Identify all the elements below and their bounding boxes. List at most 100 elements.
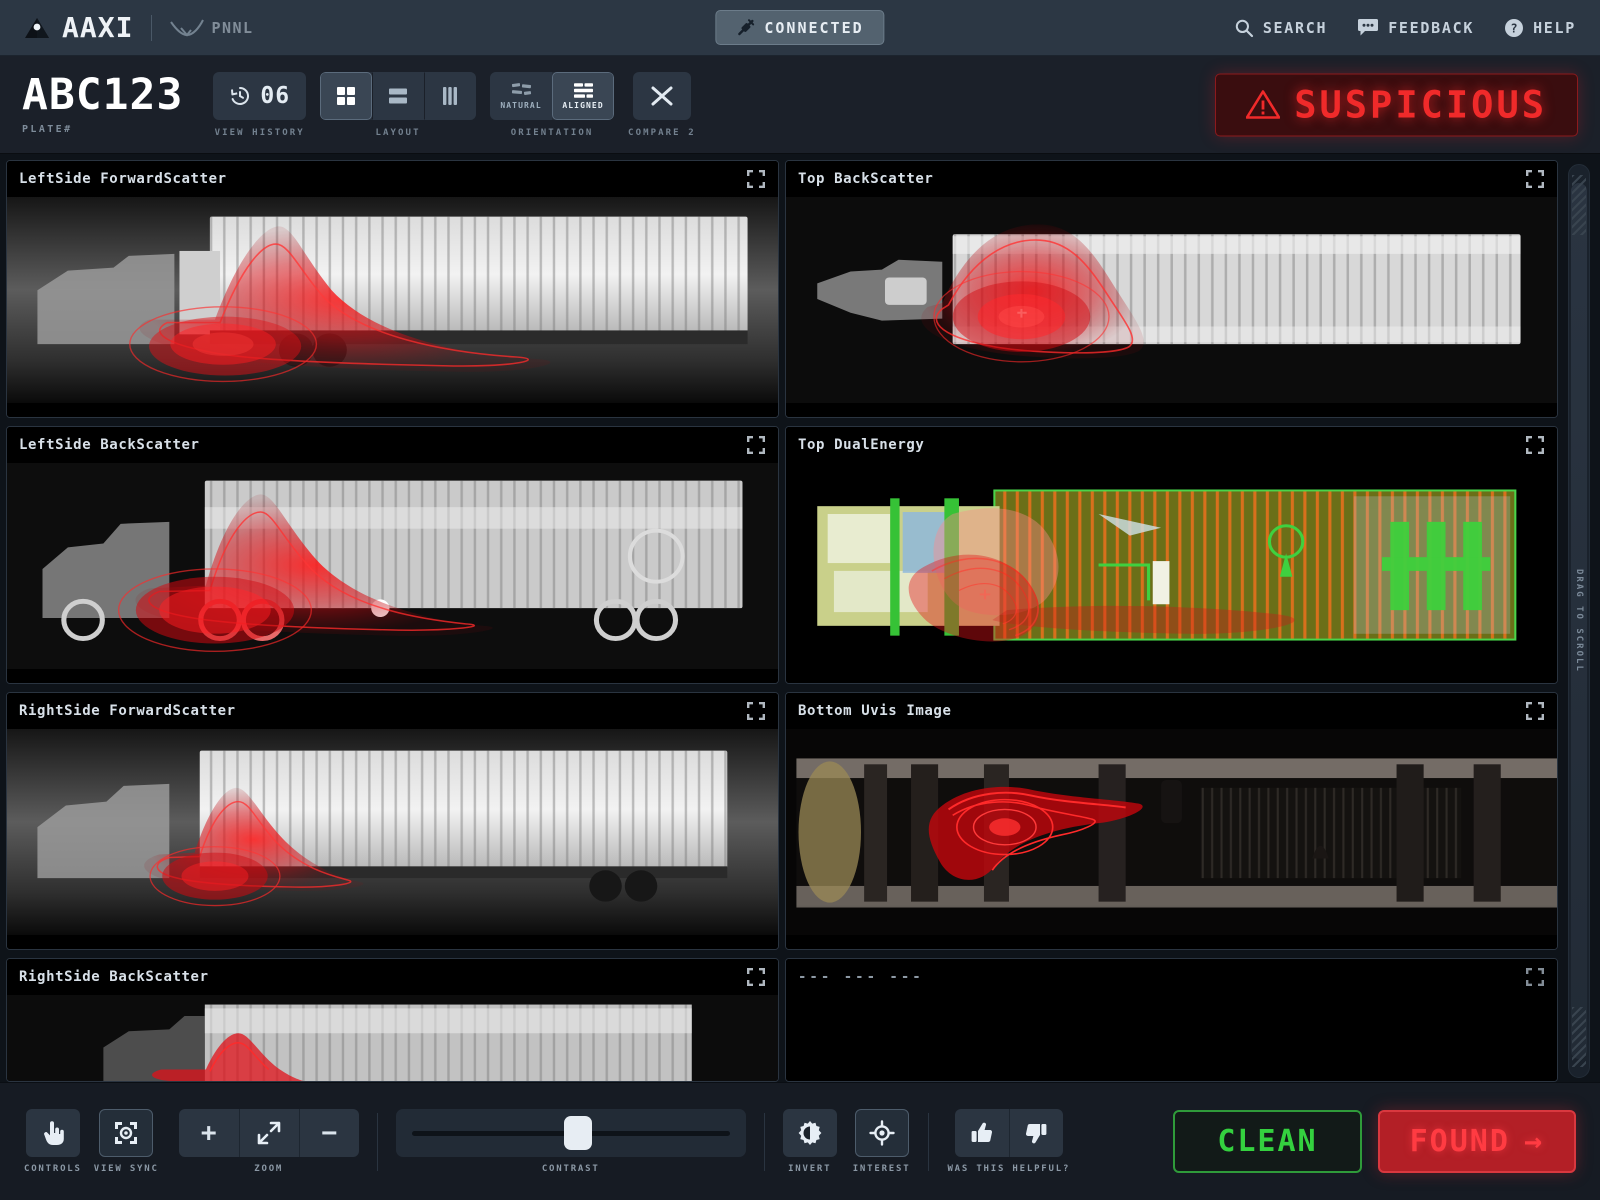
plate-value: ABC123 <box>22 70 184 120</box>
contrast-slider[interactable] <box>395 1109 746 1157</box>
found-button[interactable]: FOUND → <box>1377 1110 1576 1173</box>
controls-caption: CONTROLS <box>24 1164 82 1174</box>
panel-placeholder[interactable]: --- --- --- <box>785 958 1558 1082</box>
expand-corners-icon[interactable] <box>1525 701 1545 721</box>
expand-corners-icon[interactable] <box>1525 435 1545 455</box>
connection-status-badge[interactable]: CONNECTED <box>715 10 885 45</box>
aaxi-logo-icon <box>24 16 50 40</box>
controls-button[interactable] <box>25 1109 80 1157</box>
panel-image[interactable] <box>7 693 778 949</box>
panel-image[interactable] <box>786 161 1557 417</box>
panel-rightside-forwardscatter[interactable]: RightSide ForwardScatter <box>6 692 779 950</box>
search-label: SEARCH <box>1262 18 1328 37</box>
panel-leftside-backscatter[interactable]: LeftSide BackScatter <box>6 426 779 684</box>
feedback-button[interactable]: FEEDBACK <box>1357 18 1474 37</box>
panel-image[interactable] <box>7 427 778 683</box>
helpful-group: WAS THIS HELPFUL? <box>947 1109 1070 1174</box>
clean-button[interactable]: CLEAN <box>1173 1110 1362 1173</box>
panel-bottom-uvis-image[interactable]: Bottom Uvis Image <box>785 692 1558 950</box>
orientation-caption: ORIENTATION <box>510 127 594 138</box>
panel-header: LeftSide ForwardScatter <box>7 161 778 197</box>
expand-corners-icon[interactable] <box>746 967 766 987</box>
layout-option-grid[interactable] <box>320 71 373 120</box>
panel-header: Bottom Uvis Image <box>786 693 1557 729</box>
zoom-buttons: + − <box>178 1109 359 1157</box>
interest-button[interactable] <box>854 1109 909 1157</box>
layout-options <box>320 71 477 120</box>
expand-corners-icon[interactable] <box>746 435 766 455</box>
plate-caption: PLATE# <box>22 124 73 135</box>
target-icon <box>868 1120 895 1146</box>
panel-title: Bottom Uvis Image <box>798 703 952 719</box>
thumbs-up-icon <box>970 1121 994 1145</box>
status-label: SUSPICIOUS <box>1294 83 1547 126</box>
panel-image[interactable] <box>786 427 1557 683</box>
orientation-options: NATURAL ALIGNED <box>490 71 615 120</box>
contrast-caption: CONTRAST <box>541 1164 600 1174</box>
feedback-label: FEEDBACK <box>1388 18 1475 37</box>
helpful-caption: WAS THIS HELPFUL? <box>947 1164 1071 1174</box>
contrast-slider-thumb[interactable] <box>563 1116 592 1150</box>
helpful-buttons <box>954 1109 1063 1157</box>
panel-top-dualenergy[interactable]: Top DualEnergy <box>785 426 1558 684</box>
found-arrow-icon: → <box>1523 1124 1544 1159</box>
panel-title: RightSide BackScatter <box>19 969 209 985</box>
shuffle-icon <box>649 83 675 109</box>
panel-rightside-backscatter[interactable]: RightSide BackScatter <box>6 958 779 1082</box>
compare-group: COMPARE 2 <box>628 71 696 138</box>
layout-caption: LAYOUT <box>375 127 421 138</box>
compare-caption: COMPARE 2 <box>628 127 696 138</box>
thumbs-down-button[interactable] <box>1008 1109 1063 1157</box>
zoom-fit-button[interactable] <box>238 1109 299 1157</box>
panel-image[interactable] <box>786 693 1557 949</box>
zoom-in-button[interactable]: + <box>179 1109 239 1157</box>
help-button[interactable]: ? HELP <box>1504 18 1576 38</box>
orientation-group: NATURAL ALIGNED ORIENTATION <box>490 71 615 138</box>
layout-group: LAYOUT <box>320 71 477 138</box>
columns-icon <box>438 84 462 108</box>
interest-caption: INTEREST <box>852 1164 911 1174</box>
panel-header: LeftSide BackScatter <box>7 427 778 463</box>
panel-top-backscatter[interactable]: Top BackScatter <box>785 160 1558 418</box>
scrollbar-grip-top <box>1572 175 1586 235</box>
layout-option-rows[interactable] <box>372 71 425 120</box>
panel-header: Top BackScatter <box>786 161 1557 197</box>
brand-name: AAXI <box>62 11 134 44</box>
orientation-option-natural[interactable]: NATURAL <box>490 71 553 120</box>
thumbs-up-button[interactable] <box>955 1109 1009 1157</box>
svg-text:?: ? <box>1510 21 1517 35</box>
verdict-actions: CLEAN FOUND → <box>1173 1110 1576 1173</box>
scrollbar-label: DRAG TO SCROLL <box>1574 569 1584 673</box>
view-history-button[interactable]: 06 <box>213 71 307 120</box>
expand-corners-icon[interactable] <box>746 169 766 189</box>
invert-caption: INVERT <box>788 1164 832 1174</box>
panel-image[interactable] <box>7 161 778 417</box>
question-circle-icon: ? <box>1504 18 1524 38</box>
orientation-option-aligned[interactable]: ALIGNED <box>552 71 615 120</box>
viewer-grid: LeftSide ForwardScatter LeftSide BackSca… <box>0 154 1600 1082</box>
vertical-scrollbar[interactable]: DRAG TO SCROLL <box>1568 164 1590 1078</box>
search-button[interactable]: SEARCH <box>1234 18 1327 38</box>
rows-icon <box>386 84 410 108</box>
invert-group: INVERT <box>782 1109 837 1174</box>
expand-corners-icon[interactable] <box>746 701 766 721</box>
zoom-out-button[interactable]: − <box>298 1109 359 1157</box>
expand-corners-icon[interactable] <box>1525 967 1545 987</box>
partner-name: PNNL <box>211 18 254 37</box>
view-history-count: 06 <box>260 82 291 109</box>
thumbs-down-icon <box>1024 1121 1048 1145</box>
pnnl-swoosh-icon <box>170 19 205 37</box>
invert-button[interactable] <box>782 1109 837 1157</box>
panel-header: --- --- --- <box>786 959 1557 995</box>
toolbar-divider <box>763 1112 765 1171</box>
natural-orientation-icon <box>510 82 533 99</box>
panel-title: Top DualEnergy <box>798 437 925 453</box>
panel-leftside-forwardscatter[interactable]: LeftSide ForwardScatter <box>6 160 779 418</box>
expand-corners-icon[interactable] <box>1525 169 1545 189</box>
layout-option-columns[interactable] <box>424 71 477 120</box>
compare-button[interactable] <box>632 71 691 120</box>
view-sync-button[interactable] <box>99 1109 154 1157</box>
bottom-toolbar: CONTROLS VIEW SYNC + − ZOOM CONTRAST INV… <box>0 1082 1600 1200</box>
history-clock-icon <box>229 85 251 107</box>
view-history-caption: VIEW HISTORY <box>214 127 305 138</box>
